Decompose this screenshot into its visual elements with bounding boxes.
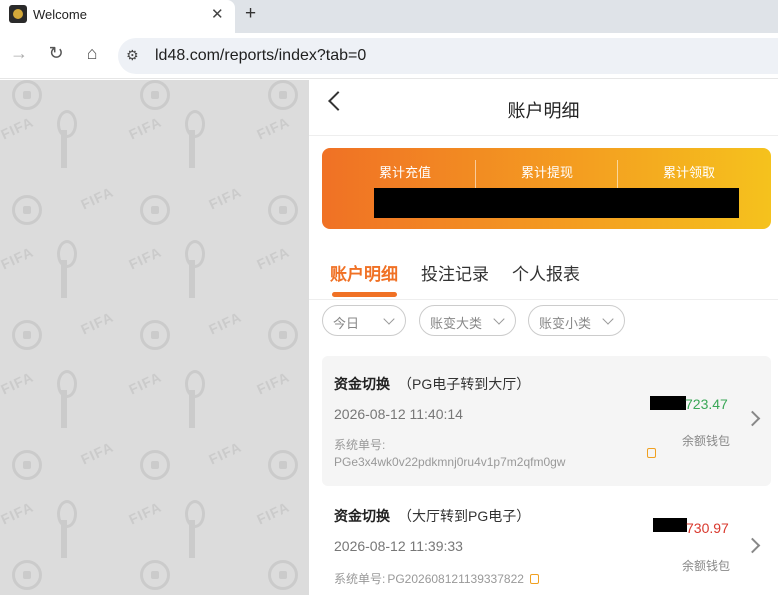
fifa-watermark: FIFA <box>0 113 37 143</box>
fifa-watermark: FIFA <box>254 243 293 273</box>
stat-total-withdraw-label: 累计提现 <box>520 165 573 180</box>
fifa-watermark: FIFA <box>206 308 245 338</box>
record-type: 资金切换 <box>334 508 390 524</box>
browser-tab-strip: Welcome ✕ + <box>0 0 778 33</box>
reload-icon[interactable]: ↻ <box>44 43 68 64</box>
trophy-icon <box>185 500 205 558</box>
record-title: 资金切换 （PG电子转到大厅） <box>334 374 530 394</box>
stat-total-claimed-label: 累计领取 <box>662 165 715 180</box>
record-amount: 723.47 <box>685 396 728 412</box>
category-filter-dropdown[interactable]: 账变大类 <box>419 305 516 336</box>
stats-summary-card: 累计充值 累计提现 累计领取 <box>322 148 771 229</box>
site-favicon-icon <box>9 5 27 23</box>
fifa-watermark: FIFA <box>0 498 37 528</box>
url-text[interactable]: ld48.com/reports/index?tab=0 <box>155 47 366 65</box>
record-order-line: 系统单号: PG202608121139337822 <box>334 570 539 587</box>
fifa-watermark: FIFA <box>254 498 293 528</box>
soccer-ball-icon <box>12 450 42 480</box>
fifa-watermark: FIFA <box>78 438 117 468</box>
record-tabs: 账户明细 投注记录 个人报表 <box>309 250 778 300</box>
browser-tab-title: Welcome <box>33 7 87 22</box>
address-bar[interactable]: ⚙ ld48.com/reports/index?tab=0 <box>118 38 778 74</box>
chevron-right-icon[interactable] <box>744 410 761 427</box>
soccer-ball-icon <box>12 195 42 225</box>
soccer-ball-icon <box>268 320 298 350</box>
page-header: 账户明细 <box>309 80 778 136</box>
back-arrow-icon[interactable]: → <box>7 43 31 64</box>
record-wallet: 余额钱包 <box>682 559 731 573</box>
soccer-ball-icon <box>140 320 170 350</box>
fifa-watermark: FIFA <box>78 183 117 213</box>
soccer-ball-icon <box>268 450 298 480</box>
date-filter-dropdown[interactable]: 今日 <box>322 305 406 336</box>
page-title: 账户明细 <box>507 101 580 121</box>
filter-bar: 今日 账变大类 账变小类 <box>309 302 778 344</box>
tab-bet-records[interactable]: 投注记录 <box>421 260 489 285</box>
close-tab-icon[interactable]: ✕ <box>211 5 224 23</box>
stat-total-deposit-label: 累计充值 <box>378 165 431 180</box>
subcategory-filter-dropdown[interactable]: 账变小类 <box>528 305 625 336</box>
list-item[interactable]: 资金切换 （PG电子转到大厅） 2026-08-12 11:40:14 系统单号:… <box>322 356 771 486</box>
fifa-watermark: FIFA <box>206 438 245 468</box>
redacted-amount-prefix <box>653 518 687 532</box>
trophy-icon <box>185 110 205 168</box>
record-time: 2026-08-12 11:40:14 <box>334 406 463 422</box>
soccer-ball-icon <box>12 560 42 590</box>
record-order-label: 系统单号: <box>334 572 386 586</box>
fifa-watermark: FIFA <box>206 183 245 213</box>
copy-icon[interactable] <box>647 448 656 458</box>
home-icon[interactable]: ⌂ <box>80 43 104 64</box>
copy-icon[interactable] <box>529 574 539 584</box>
record-title: 资金切换 （大厅转到PG电子） <box>334 506 530 526</box>
record-wallet: 余额钱包 <box>682 434 731 448</box>
soccer-ball-icon <box>268 195 298 225</box>
soccer-ball-icon <box>140 560 170 590</box>
list-item[interactable]: 资金切换 （大厅转到PG电子） 2026-08-12 11:39:33 系统单号:… <box>322 488 771 595</box>
fifa-watermark: FIFA <box>254 368 293 398</box>
record-time: 2026-08-12 11:39:33 <box>334 538 463 554</box>
browser-toolbar: → ↻ ⌂ ⚙ ld48.com/reports/index?tab=0 <box>0 33 778 79</box>
site-info-icon[interactable]: ⚙ <box>126 47 139 64</box>
record-order-label: 系统单号: <box>334 438 386 452</box>
page-background-pattern: FIFA FIFA FIFA FIFA FIFA FIFA FIFA FIFA … <box>0 80 309 595</box>
record-detail: （PG电子转到大厅） <box>398 376 531 392</box>
chevron-right-icon[interactable] <box>744 537 761 554</box>
account-details-panel: 账户明细 累计充值 累计提现 累计领取 账户明细 投注记录 个人报表 今日 账变… <box>309 80 778 595</box>
soccer-ball-icon <box>268 80 298 110</box>
tab-personal-report[interactable]: 个人报表 <box>512 260 580 285</box>
fifa-watermark: FIFA <box>78 308 117 338</box>
redacted-amount-prefix <box>650 396 686 410</box>
fifa-watermark: FIFA <box>254 113 293 143</box>
fifa-watermark: FIFA <box>0 243 37 273</box>
fifa-watermark: FIFA <box>126 113 165 143</box>
fifa-watermark: FIFA <box>126 243 165 273</box>
trophy-icon <box>57 370 77 428</box>
trophy-icon <box>57 500 77 558</box>
trophy-icon <box>185 240 205 298</box>
new-tab-icon[interactable]: + <box>245 3 256 25</box>
record-amount: 730.97 <box>686 520 729 536</box>
record-detail: （大厅转到PG电子） <box>398 508 531 524</box>
fifa-watermark: FIFA <box>126 498 165 528</box>
active-tab-indicator <box>332 292 397 297</box>
soccer-ball-icon <box>140 80 170 110</box>
tab-account-details[interactable]: 账户明细 <box>330 260 398 285</box>
fifa-watermark: FIFA <box>0 368 37 398</box>
record-order-number: PGe3x4wk0v22pdkmnj0ru4v1p7m2qfm0gw <box>334 455 566 469</box>
soccer-ball-icon <box>12 80 42 110</box>
trophy-icon <box>185 370 205 428</box>
redacted-stats-values <box>374 188 739 218</box>
soccer-ball-icon <box>140 195 170 225</box>
browser-tab[interactable]: Welcome ✕ <box>0 0 235 33</box>
trophy-icon <box>57 240 77 298</box>
record-order-number: PG202608121139337822 <box>387 572 524 586</box>
soccer-ball-icon <box>12 320 42 350</box>
fifa-watermark: FIFA <box>126 368 165 398</box>
trophy-icon <box>57 110 77 168</box>
soccer-ball-icon <box>268 560 298 590</box>
record-type: 资金切换 <box>334 376 390 392</box>
soccer-ball-icon <box>140 450 170 480</box>
